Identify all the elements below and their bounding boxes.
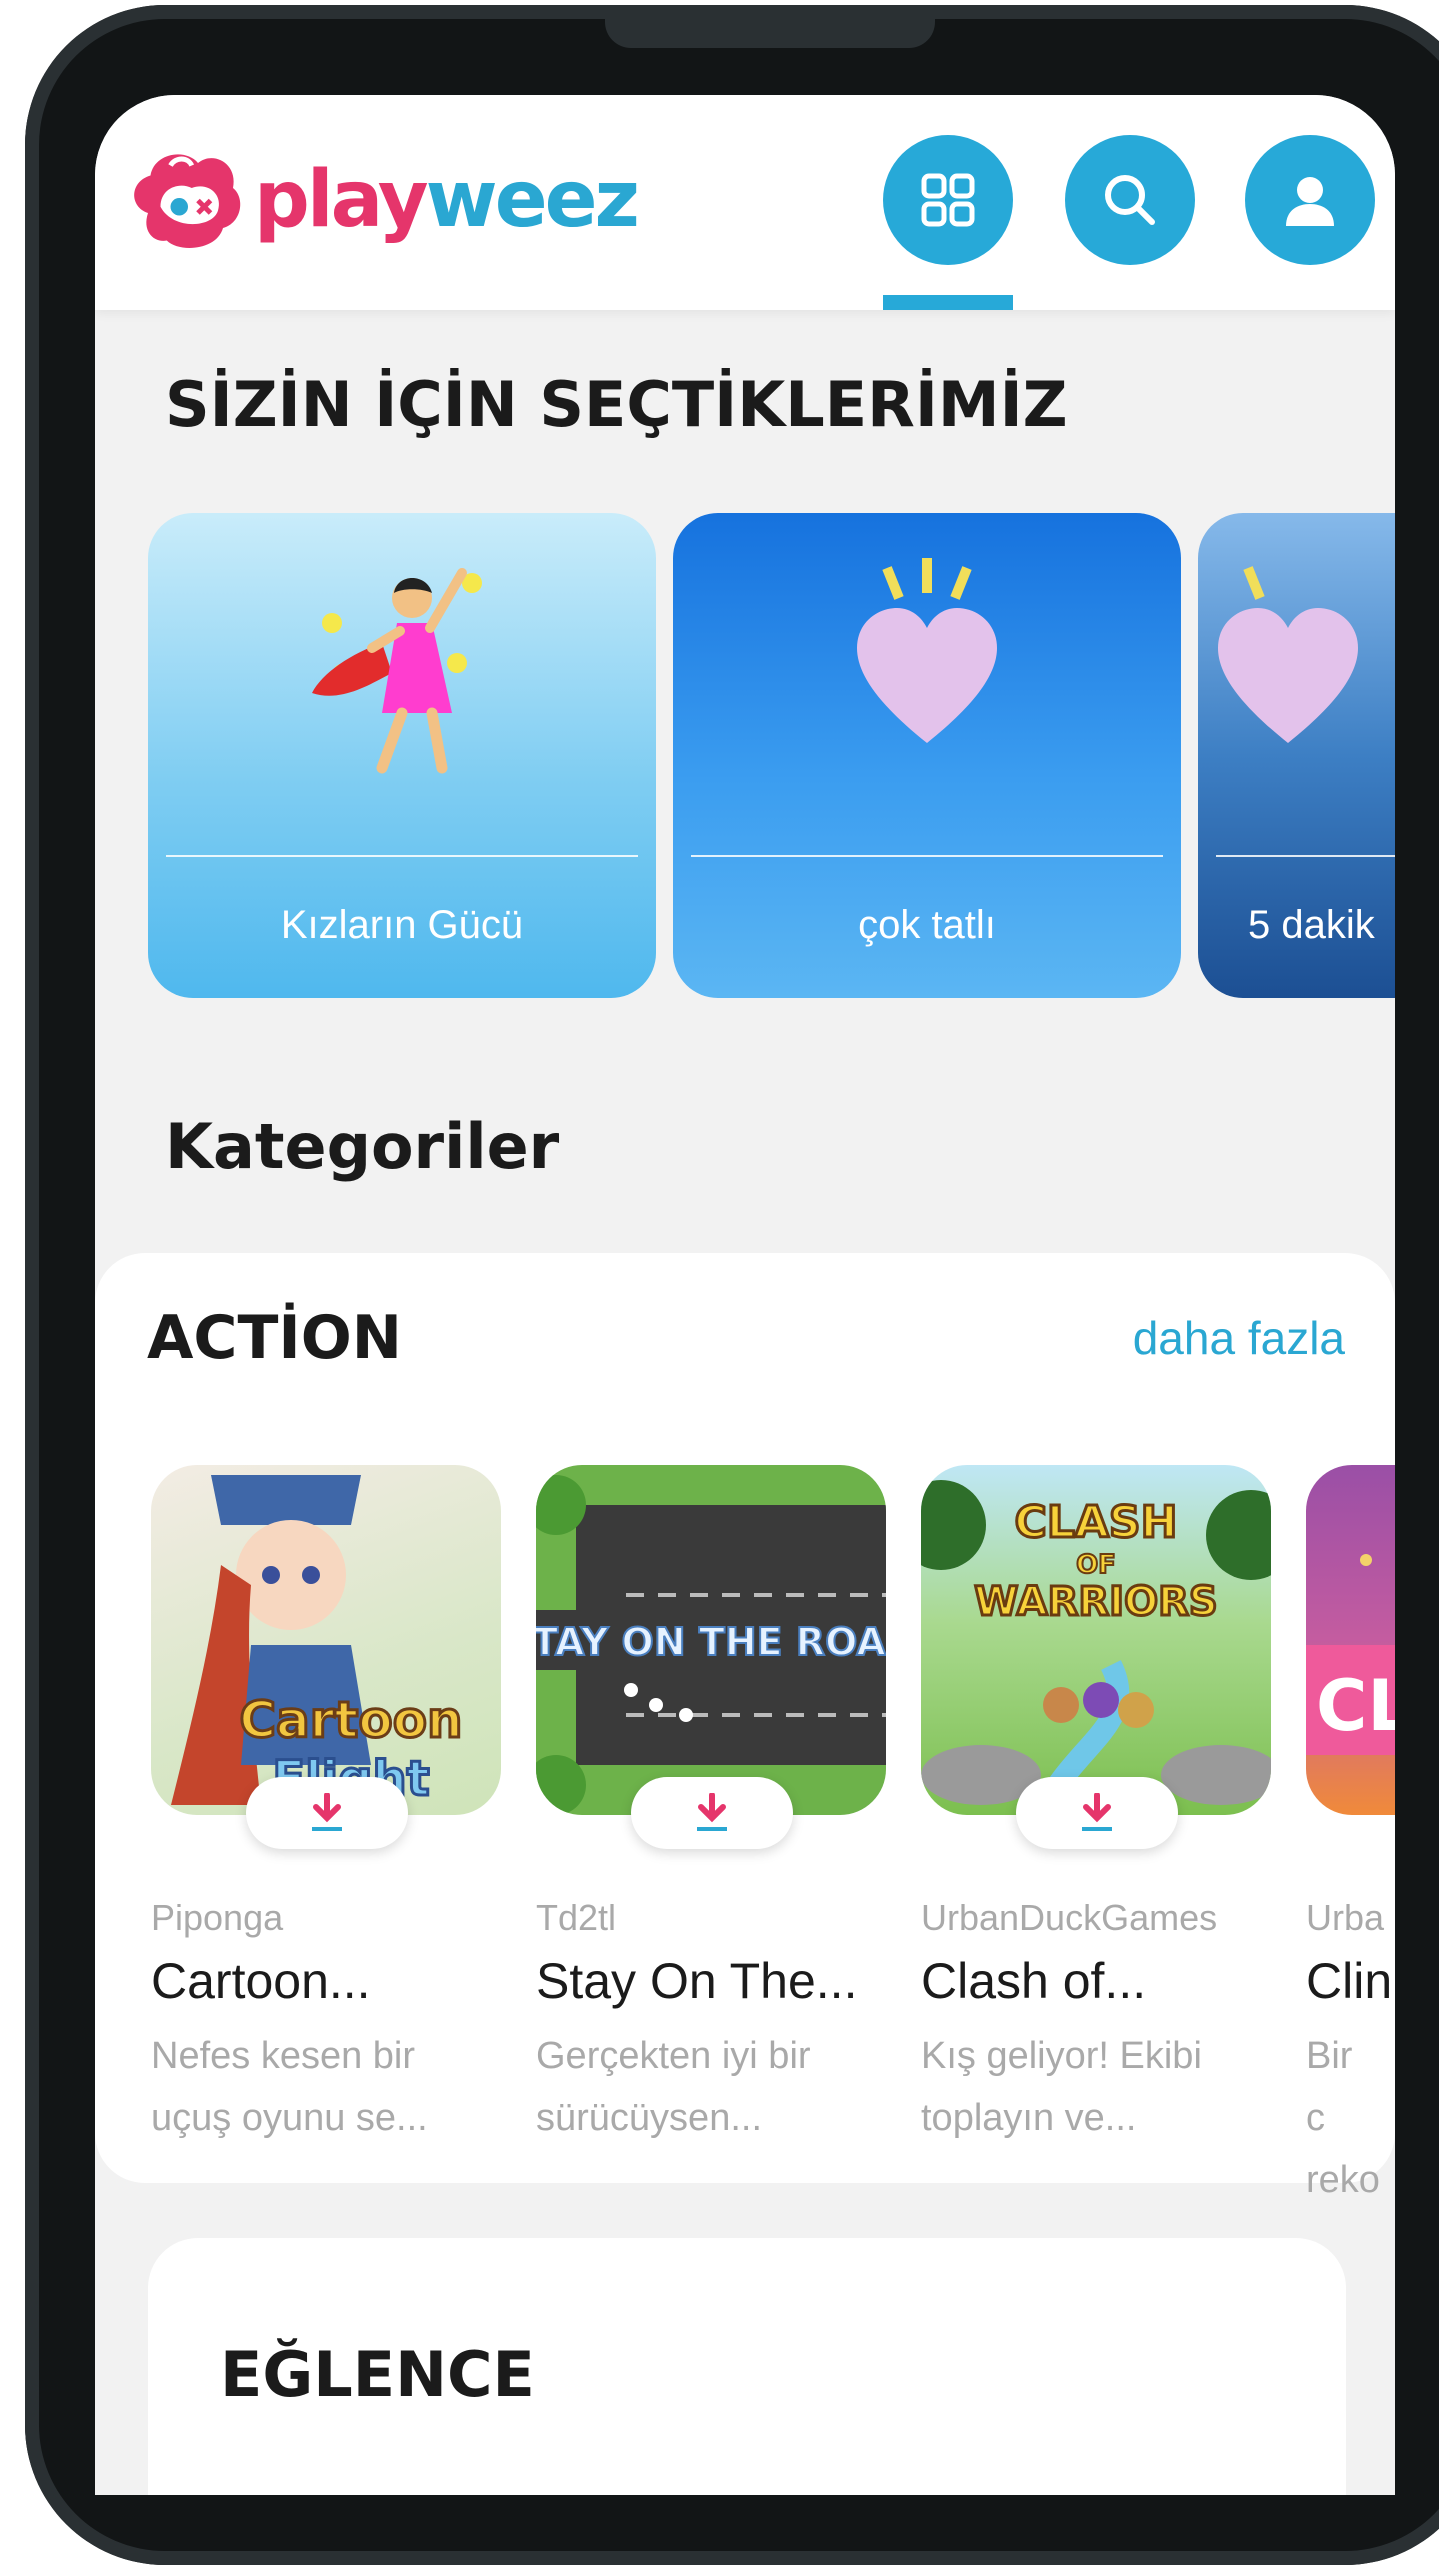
game-thumbnail[interactable]: CL [1306, 1465, 1395, 1815]
brand-logo[interactable]: playweez [123, 135, 640, 265]
game-developer: Urba [1306, 1897, 1385, 1938]
pick-card-divider [166, 855, 638, 857]
category-title: ACTİON [147, 1303, 402, 1373]
download-icon [312, 1793, 342, 1831]
pick-card-label: çok tatlı [858, 903, 996, 947]
profile-button[interactable] [1245, 135, 1375, 265]
categories-title: Kategoriler [165, 1110, 560, 1183]
category-title: EĞLENCE [220, 2338, 535, 2411]
category-panel-action: ACTİON daha fazla Cartoon Flight [95, 1253, 1395, 2201]
download-button[interactable] [1016, 1777, 1178, 1849]
pick-card-divider [1216, 855, 1395, 857]
game-thumbnail[interactable]: STAY ON THE ROAD [536, 1465, 886, 1815]
svg-text:OF: OF [1076, 1550, 1116, 1580]
svg-text:STAY ON THE ROAD: STAY ON THE ROAD [536, 1620, 886, 1664]
download-icon [697, 1793, 727, 1831]
brand-part-play: play [254, 155, 429, 245]
game-description: Kış geliyor! Ekibi toplayın ve... [921, 2035, 1202, 2139]
active-tab-indicator [883, 295, 1013, 310]
pick-card-very-cute[interactable]: çok tatlı [673, 513, 1181, 998]
picks-title: SİZİN İÇİN SEÇTİKLERİMİZ [165, 368, 1068, 441]
app-screen: playweez SİZİN İÇİN SEÇTİKLERİMİZ Kızlar… [95, 95, 1395, 2495]
game-name[interactable]: Clash of... [921, 1952, 1146, 2010]
phone-notch [605, 10, 935, 48]
game-card[interactable]: CLASH OF WARRIORS UrbanDuckGames Clash o… [921, 1465, 1271, 2139]
svg-text:CL: CL [1316, 1665, 1395, 1747]
brand-wordmark: playweez [254, 155, 640, 245]
game-name[interactable]: Stay On The... [536, 1952, 857, 2010]
download-button[interactable] [246, 1777, 408, 1849]
user-icon [1286, 177, 1334, 226]
pick-card-divider [691, 855, 1163, 857]
game-name[interactable]: Cartoon... [151, 1952, 371, 2010]
game-developer: UrbanDuckGames [921, 1897, 1218, 1938]
pick-card-girl-power[interactable]: Kızların Gücü [148, 513, 656, 998]
search-button[interactable] [1065, 135, 1195, 265]
grid-icon [921, 173, 975, 227]
top-bar: playweez [95, 95, 1395, 310]
download-button[interactable] [631, 1777, 793, 1849]
game-card[interactable]: STAY ON THE ROAD Td2tl Stay On The... Ge… [536, 1465, 886, 2139]
game-card[interactable]: CL Urba Clin Bir c reko [1306, 1465, 1395, 2201]
mascot-logo-icon [134, 153, 241, 248]
heart-icon [857, 558, 997, 743]
game-art: CLASH OF WARRIORS [921, 1480, 1271, 1815]
game-name[interactable]: Clin [1306, 1952, 1392, 2010]
thumb-title-text: Cartoon [239, 1691, 462, 1749]
game-developer: Piponga [151, 1897, 284, 1938]
more-link[interactable]: daha fazla [1133, 1311, 1345, 1365]
heart-icon [1218, 566, 1358, 743]
game-description: Bir c reko [1306, 2035, 1380, 2201]
game-art: STAY ON THE ROAD [536, 1475, 886, 1815]
download-icon [1082, 1793, 1112, 1831]
pick-card-label: Kızların Gücü [280, 903, 524, 947]
pick-card-label: 5 dakik [1248, 903, 1375, 947]
game-art: CL [1306, 1554, 1395, 1755]
category-panel-fun: EĞLENCE [148, 2238, 1346, 2495]
game-description: Gerçekten iyi bir sürücüysen... [536, 2035, 811, 2139]
superhero-girl-icon [312, 568, 482, 774]
game-thumbnail[interactable]: CLASH OF WARRIORS [921, 1465, 1271, 1815]
game-developer: Td2tl [536, 1897, 617, 1938]
search-icon [1105, 175, 1155, 225]
pick-card-five-minutes[interactable]: 5 dakik [1198, 513, 1395, 998]
game-description: Nefes kesen bir uçuş oyunu se... [151, 2035, 428, 2139]
svg-text:WARRIORS: WARRIORS [974, 1579, 1217, 1625]
game-card[interactable]: Cartoon Flight Piponga Cartoon... Nefes … [151, 1465, 501, 2139]
game-thumbnail[interactable]: Cartoon Flight [151, 1465, 501, 1815]
categories-button[interactable] [883, 135, 1013, 265]
svg-text:CLASH: CLASH [1015, 1497, 1178, 1548]
brand-part-weez: weez [425, 155, 640, 245]
game-art: Cartoon Flight [171, 1475, 464, 1809]
